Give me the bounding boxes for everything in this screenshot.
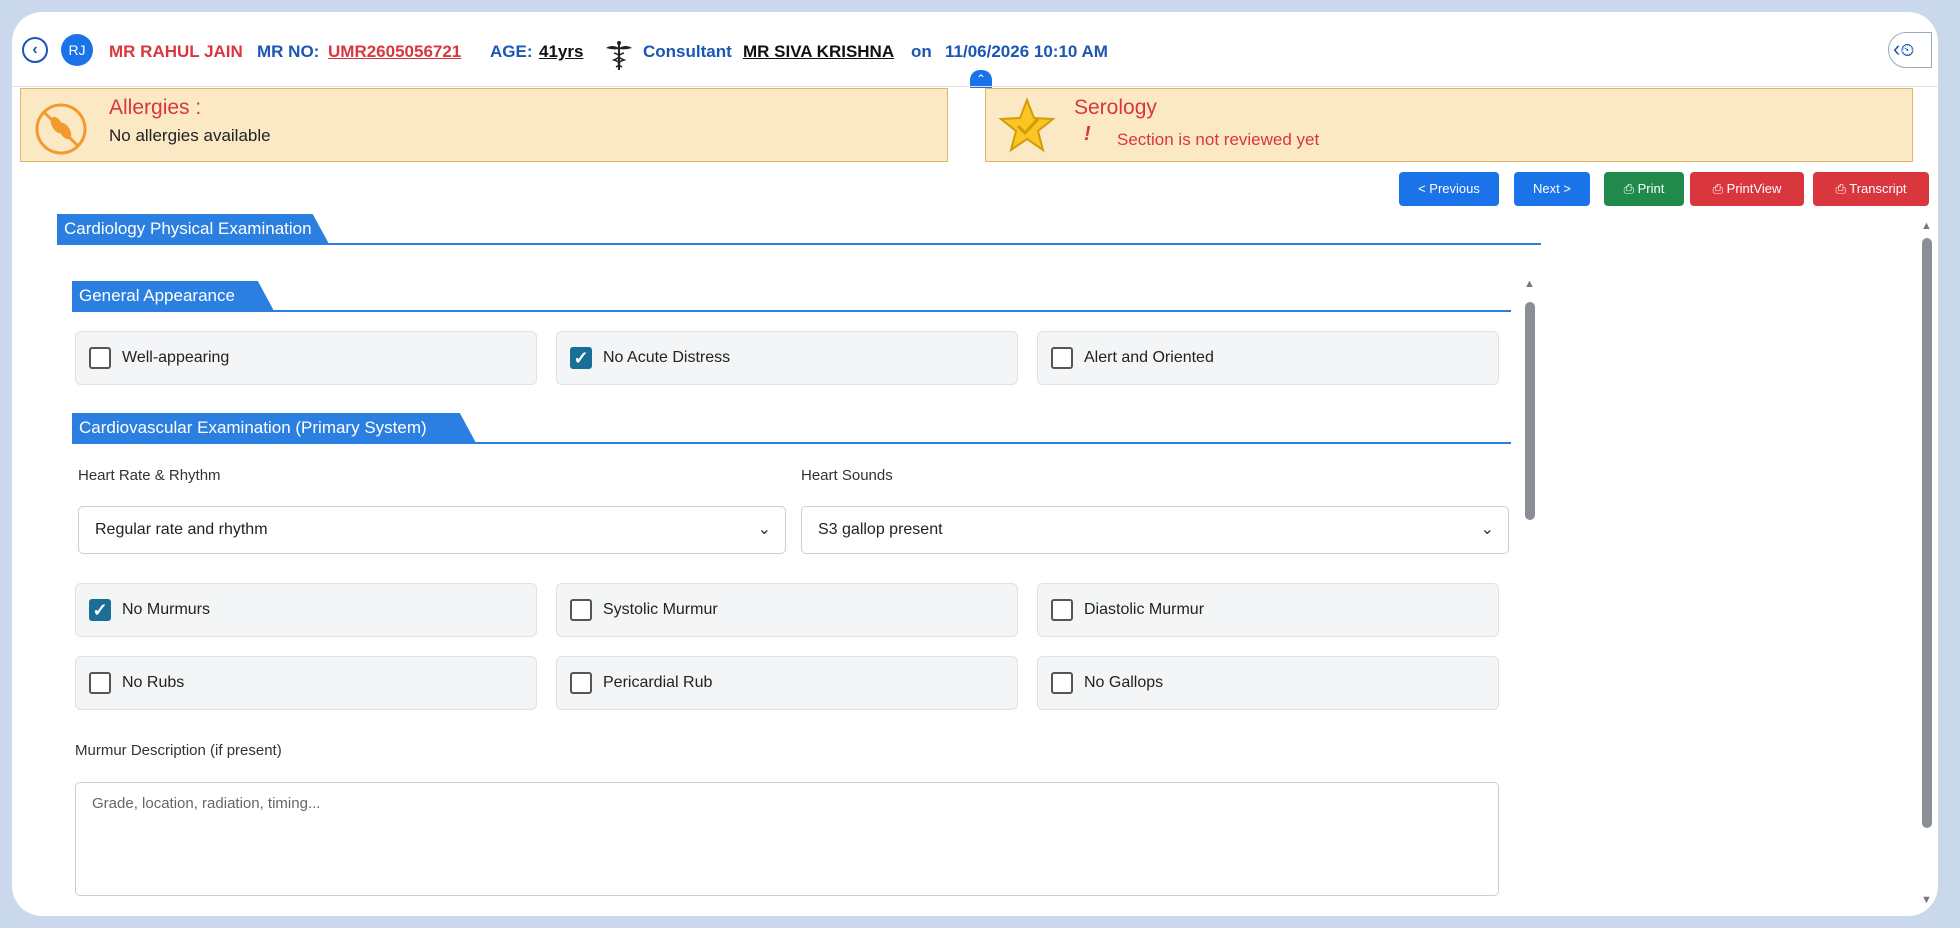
on-label: on <box>911 42 932 61</box>
heart-rate-label: Heart Rate & Rhythm <box>78 467 221 484</box>
inner-scrollbar[interactable]: ▲ <box>1524 274 1536 900</box>
checkbox-checked[interactable]: ✓ <box>570 347 592 369</box>
section-title: Cardiology Physical Examination <box>57 214 329 244</box>
heart-rate-value: Regular rate and rhythm <box>95 521 268 538</box>
caduceus-icon <box>606 41 632 70</box>
history-toggle-button[interactable]: ‹⏲ <box>1888 32 1932 68</box>
checkbox-card-systolic-murmur[interactable]: Systolic Murmur <box>556 583 1018 637</box>
mr-no-label: MR NO: <box>257 42 320 61</box>
mr-no-link[interactable]: UMR2605056721 <box>328 42 461 62</box>
no-allergy-icon <box>35 103 87 155</box>
checkbox-checked[interactable]: ✓ <box>89 599 111 621</box>
checkbox-label: Systolic Murmur <box>603 601 718 618</box>
scroll-up-arrow-icon[interactable]: ▲ <box>1921 220 1932 232</box>
checkbox-card-no-rubs[interactable]: No Rubs <box>75 656 537 710</box>
heart-rate-select[interactable]: Regular rate and rhythm ⌄ <box>78 506 786 554</box>
app-window: ‹ RJ MR RAHUL JAIN MR NO: UMR2605056721 … <box>12 12 1938 916</box>
chevron-down-icon: ⌄ <box>1480 521 1494 538</box>
next-button[interactable]: Next > <box>1514 172 1590 206</box>
checkbox[interactable] <box>89 672 111 694</box>
scrollbar-thumb[interactable] <box>1525 302 1535 520</box>
heart-sounds-select[interactable]: S3 gallop present ⌄ <box>801 506 1509 554</box>
serology-title: Serology <box>1074 96 1157 119</box>
checkbox[interactable] <box>1051 599 1073 621</box>
avatar: RJ <box>61 34 93 66</box>
heart-sounds-value: S3 gallop present <box>818 521 943 538</box>
cardiovascular-underline <box>72 442 1511 444</box>
history-clock-icon: ⏲ <box>1900 40 1915 60</box>
checkbox-card-pericardial-rub[interactable]: Pericardial Rub <box>556 656 1018 710</box>
checkbox-label: Alert and Oriented <box>1084 349 1214 366</box>
checkbox-label: No Murmurs <box>122 601 211 618</box>
age-label: AGE: <box>490 42 533 61</box>
scroll-down-arrow-icon[interactable]: ▼ <box>1921 894 1932 906</box>
print-label: Print <box>1637 181 1665 196</box>
patient-name: MR RAHUL JAIN <box>109 42 243 61</box>
serology-text: Section is not reviewed yet <box>1117 130 1320 149</box>
transcript-label: Transcript <box>1849 181 1907 196</box>
checkbox[interactable] <box>89 347 111 369</box>
consultant-name[interactable]: MR SIVA KRISHNA <box>743 42 894 62</box>
allergies-panel: Allergies : No allergies available <box>20 88 948 162</box>
chevron-down-icon: ⌄ <box>757 521 771 538</box>
checkbox[interactable] <box>1051 672 1073 694</box>
allergies-text: No allergies available <box>109 126 271 145</box>
scrollbar-thumb[interactable] <box>1922 238 1932 828</box>
checkbox-card-diastolic-murmur[interactable]: Diastolic Murmur <box>1037 583 1499 637</box>
allergies-title: Allergies : <box>109 96 202 119</box>
general-appearance-title: General Appearance <box>72 281 274 311</box>
checkbox-label: No Rubs <box>122 674 185 691</box>
checkbox-card-no-acute-distress[interactable]: ✓ No Acute Distress <box>556 331 1018 385</box>
print-button[interactable]: ⎙ Print <box>1604 172 1684 206</box>
age-value: 41yrs <box>539 42 584 61</box>
previous-button[interactable]: < Previous <box>1399 172 1499 206</box>
section-underline <box>57 243 1541 245</box>
checkbox-card-no-gallops[interactable]: No Gallops <box>1037 656 1499 710</box>
checkbox-label: Well-appearing <box>122 349 230 366</box>
visit-datetime: 11/06/2026 10:10 AM <box>945 42 1108 61</box>
murmur-description-label: Murmur Description (if present) <box>75 742 282 759</box>
checkbox[interactable] <box>570 672 592 694</box>
murmur-description-textarea[interactable]: Grade, location, radiation, timing... <box>75 782 1499 896</box>
general-underline <box>72 310 1511 312</box>
checkbox-card-no-murmurs[interactable]: ✓ No Murmurs <box>75 583 537 637</box>
warning-icon: ! <box>1084 123 1091 145</box>
checkbox-label: Pericardial Rub <box>603 674 713 691</box>
serology-panel: Serology ! Section is not reviewed yet <box>985 88 1913 162</box>
checkbox-label: No Acute Distress <box>603 349 731 366</box>
checkbox-label: Diastolic Murmur <box>1084 601 1205 618</box>
printview-button[interactable]: ⎙ PrintView <box>1690 172 1804 206</box>
page-scrollbar[interactable]: ▲ ▼ <box>1920 220 1934 910</box>
consultant-label: Consultant <box>643 42 732 61</box>
printer-icon: ⎙ <box>1835 181 1850 196</box>
checkbox-label: No Gallops <box>1084 674 1164 691</box>
heart-sounds-label: Heart Sounds <box>801 467 893 484</box>
transcript-button[interactable]: ⎙ Transcript <box>1813 172 1929 206</box>
checkbox-card-alert-oriented[interactable]: Alert and Oriented <box>1037 331 1499 385</box>
printer-icon: ⎙ <box>1712 181 1727 196</box>
scroll-up-arrow-icon[interactable]: ▲ <box>1524 278 1535 290</box>
checkbox[interactable] <box>1051 347 1073 369</box>
cardiovascular-title: Cardiovascular Examination (Primary Syst… <box>72 413 476 443</box>
checkbox[interactable] <box>570 599 592 621</box>
checkbox-card-well-appearing[interactable]: Well-appearing <box>75 331 537 385</box>
printview-label: PrintView <box>1726 181 1782 196</box>
printer-icon: ⎙ <box>1623 181 1638 196</box>
divider <box>12 86 1938 87</box>
star-badge-icon <box>998 97 1056 153</box>
back-button[interactable]: ‹ <box>22 37 48 63</box>
